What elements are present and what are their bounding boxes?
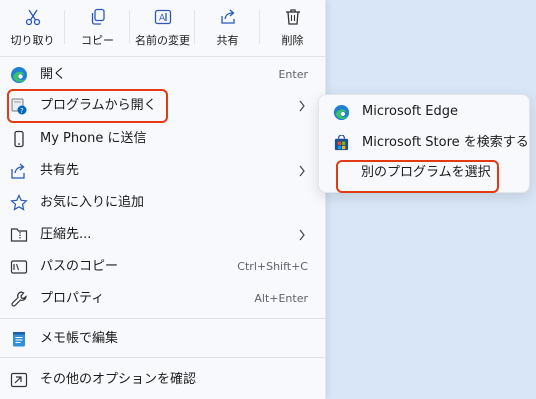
chevron-right-icon [299,100,305,112]
chevron-right-icon [299,229,305,241]
menu-item-edit-notepad[interactable]: メモ帳で編集 [0,323,325,355]
toolbar-separator [259,10,260,44]
rename-button[interactable]: A 名前の変更 [130,0,195,52]
context-toolbar: 切り取り コピー A 名前の変更 共有 削除 [0,0,325,52]
submenu-item-edge[interactable]: Microsoft Edge [319,97,529,127]
zip-folder-icon [10,228,28,242]
phone-icon [14,130,24,148]
menu-item-copy-path[interactable]: パスのコピー Ctrl+Shift+C [0,251,325,283]
menu-item-label: その他のオプションを確認 [40,372,197,387]
cut-label: 切り取り [10,34,55,47]
trash-icon [285,9,300,25]
svg-text:A: A [159,14,166,24]
menu-item-share[interactable]: 共有先 [0,155,325,187]
menu-item-label: My Phone に送信 [40,131,147,146]
shortcut-text: Alt+Enter [254,292,308,305]
menu-divider [0,56,325,57]
submenu-item-label: Microsoft Edge [362,104,459,119]
copy-label: コピー [81,34,114,47]
edge-icon [11,67,27,83]
rename-icon: A [154,9,171,25]
menu-item-add-favorites[interactable]: お気に入りに追加 [0,187,325,219]
toolbar-separator [129,10,130,44]
share-label: 共有 [216,34,239,47]
delete-label: 削除 [281,34,304,47]
highlight-box-open-with [7,89,168,123]
menu-divider [0,318,325,319]
menu-divider [0,357,325,358]
highlight-box-choose-app [336,160,499,193]
share-button[interactable]: 共有 [195,0,260,52]
submenu-item-store[interactable]: Microsoft Store を検索する [319,128,529,158]
menu-item-label: 共有先 [40,163,80,178]
menu-item-more-options[interactable]: その他のオプションを確認 [0,364,325,396]
menu-item-my-phone[interactable]: My Phone に送信 [0,123,325,155]
wrench-icon [11,291,27,307]
menu-item-label: メモ帳で編集 [40,331,119,346]
shortcut-text: Ctrl+Shift+C [237,260,308,273]
cut-button[interactable]: 切り取り [0,0,65,52]
share-icon [11,163,25,179]
menu-item-label: 圧縮先... [40,227,92,242]
edge-icon [333,104,350,121]
copy-button[interactable]: コピー [65,0,130,52]
star-icon [10,194,28,211]
submenu-item-label: Microsoft Store を検索する [362,135,529,150]
share-icon [220,9,235,24]
menu-item-label: パスのコピー [40,259,119,274]
delete-button[interactable]: 削除 [260,0,325,52]
shortcut-text: Enter [278,68,308,81]
notepad-icon [13,332,25,347]
menu-item-label: プロパティ [40,291,105,306]
store-icon [334,135,349,151]
context-menu: 切り取り コピー A 名前の変更 共有 削除 開く Enter ? プログラムか… [0,0,326,399]
more-options-icon [10,372,28,388]
path-icon [10,260,28,274]
toolbar-separator [194,10,195,44]
menu-item-label: お気に入りに追加 [40,195,145,210]
rename-label: 名前の変更 [135,34,190,47]
menu-item-properties[interactable]: プロパティ Alt+Enter [0,283,325,315]
copy-icon [91,8,105,25]
scissors-icon [25,9,40,26]
toolbar-separator [64,10,65,44]
menu-item-label: 開く [40,67,67,82]
chevron-right-icon [299,165,305,177]
menu-item-compress[interactable]: 圧縮先... [0,219,325,251]
menu-item-open[interactable]: 開く Enter [0,59,325,91]
